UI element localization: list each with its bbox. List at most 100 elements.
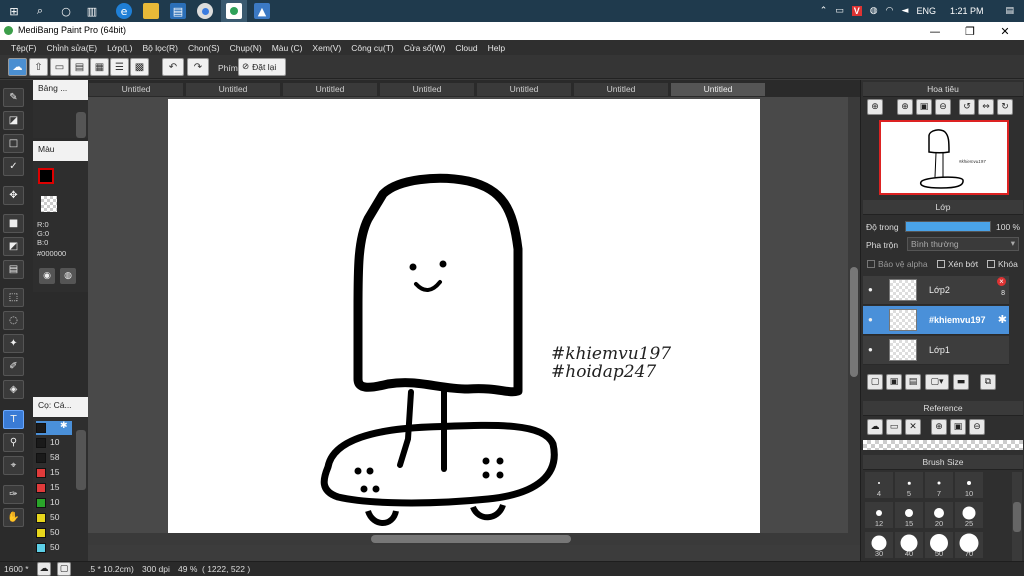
- cloud-icon[interactable]: ☁: [8, 58, 27, 76]
- layer-panel-header[interactable]: Lớp: [863, 200, 1023, 215]
- primary-color-swatch[interactable]: [38, 168, 54, 184]
- brush-panel-scrollbar[interactable]: [76, 112, 86, 138]
- clock[interactable]: 1:21 PM: [950, 6, 984, 16]
- duplicate-layer-icon[interactable]: ⧉: [980, 374, 996, 390]
- dropper-tool-icon[interactable]: ⌖: [3, 456, 24, 475]
- comment-icon[interactable]: ▭: [50, 58, 69, 76]
- size-swatch-row[interactable]: 15: [36, 481, 72, 495]
- layer-row[interactable]: ● #khiemvu197 ✱: [863, 306, 1009, 335]
- move-tool-icon[interactable]: ✥: [3, 186, 24, 205]
- task-view-icon[interactable]: ▥: [84, 3, 100, 19]
- layer-settings-icon[interactable]: ✱: [998, 313, 1007, 326]
- protect-alpha-checkbox[interactable]: Bảo vệ alpha: [867, 259, 928, 269]
- fit-window-icon[interactable]: ▣: [916, 99, 932, 115]
- size-swatch-row[interactable]: 10: [36, 436, 72, 450]
- clipping-checkbox[interactable]: Xén bớt: [937, 259, 978, 269]
- menu-cloud[interactable]: Cloud: [450, 43, 482, 53]
- menu-file[interactable]: Tệp(F): [6, 43, 42, 53]
- battery-icon[interactable]: ▭: [835, 6, 844, 16]
- file-explorer-icon[interactable]: [143, 3, 159, 19]
- blend-mode-select[interactable]: Bình thường ▾: [907, 237, 1019, 251]
- size-swatch-row[interactable]: 15: [36, 466, 72, 480]
- select-pen-tool-icon[interactable]: ✐: [3, 357, 24, 376]
- status-cloud-icon[interactable]: ☁: [37, 562, 51, 576]
- brush-size-cell[interactable]: 12: [865, 502, 893, 528]
- document-tab[interactable]: Untitled: [282, 82, 378, 97]
- store-icon[interactable]: ▤: [170, 3, 186, 19]
- rotate-right-icon[interactable]: ↻: [997, 99, 1013, 115]
- gear-icon[interactable]: ✱: [60, 421, 68, 431]
- reference-zoom-out-icon[interactable]: ⊖: [969, 419, 985, 435]
- language-indicator[interactable]: ENG: [916, 6, 936, 16]
- size-swatch-row[interactable]: 50: [36, 526, 72, 540]
- dot-tool-icon[interactable]: ✓: [3, 157, 24, 176]
- document-tab[interactable]: Untitled: [573, 82, 669, 97]
- color-wheel-icon[interactable]: ◍: [60, 268, 76, 284]
- new-halftone-layer-icon[interactable]: ▣: [886, 374, 902, 390]
- size-panel-header[interactable]: Cọ: Cá...: [33, 397, 88, 417]
- status-page-icon[interactable]: ▢: [57, 562, 71, 576]
- color-panel-header[interactable]: Màu: [33, 141, 88, 161]
- message-icon[interactable]: ▤: [70, 58, 89, 76]
- transparent-color-swatch[interactable]: [41, 196, 57, 212]
- brush-panel-header[interactable]: Bảng ...: [33, 80, 88, 100]
- layer-row[interactable]: ● Lớp2 8 ×: [863, 276, 1009, 305]
- bucket-tool-icon[interactable]: ◩: [3, 237, 24, 256]
- brush-size-cell[interactable]: 5: [895, 472, 923, 498]
- brush-size-scrollbar-thumb[interactable]: [1013, 502, 1021, 532]
- eraser-tool-icon[interactable]: ◪: [3, 111, 24, 130]
- menu-tools[interactable]: Công cụ(T): [346, 43, 399, 53]
- reference-canvas[interactable]: [863, 440, 1023, 450]
- menu-window[interactable]: Cửa sổ(W): [399, 43, 451, 53]
- add-layer-menu-icon[interactable]: ▢▾: [925, 374, 949, 390]
- reference-zoom-in-icon[interactable]: ⊕: [931, 419, 947, 435]
- chrome-icon[interactable]: [197, 3, 213, 19]
- rotate-left-icon[interactable]: ↺: [959, 99, 975, 115]
- edge-icon[interactable]: e: [116, 3, 132, 19]
- brush-size-cell[interactable]: 20: [925, 502, 953, 528]
- document-tab[interactable]: Untitled: [379, 82, 475, 97]
- menu-filter[interactable]: Bộ lọc(R): [138, 43, 183, 53]
- reset-button[interactable]: ⊘ Đặt lại: [238, 58, 286, 76]
- open-folder-icon[interactable]: ▭: [886, 419, 902, 435]
- undo-icon[interactable]: ↶: [162, 58, 184, 76]
- cloud-download-icon[interactable]: ☁: [867, 419, 883, 435]
- size-swatch-row[interactable]: ✱: [36, 421, 72, 435]
- brush-size-header[interactable]: Brush Size: [863, 455, 1023, 470]
- magic-wand-tool-icon[interactable]: ✦: [3, 334, 24, 353]
- select-eraser-tool-icon[interactable]: ◈: [3, 380, 24, 399]
- windows-icon[interactable]: ⊞: [6, 3, 22, 19]
- document-tab[interactable]: Untitled: [88, 82, 184, 97]
- search-icon[interactable]: ⌕: [32, 3, 48, 19]
- brush-size-cell[interactable]: 70: [955, 532, 983, 558]
- folder-icon[interactable]: ▬: [953, 374, 969, 390]
- opacity-slider[interactable]: [905, 221, 991, 232]
- eye-icon[interactable]: ●: [868, 345, 873, 354]
- photos-icon[interactable]: ▲: [254, 3, 270, 19]
- zoom-in-icon[interactable]: ⊕: [867, 99, 883, 115]
- zoom-out-icon[interactable]: ⊖: [935, 99, 951, 115]
- brush-size-cell[interactable]: 30: [865, 532, 893, 558]
- document-tab[interactable]: Untitled: [476, 82, 572, 97]
- text-tool-icon[interactable]: T: [3, 410, 24, 429]
- size-swatch-row[interactable]: 50: [36, 511, 72, 525]
- document-tab[interactable]: Untitled: [670, 82, 766, 97]
- color-hex[interactable]: #000000: [37, 249, 66, 258]
- eye-icon[interactable]: ●: [868, 285, 873, 294]
- hand-tool-icon[interactable]: ✋: [3, 508, 24, 527]
- zoom-fit-icon[interactable]: ⊕: [897, 99, 913, 115]
- flip-icon[interactable]: ⇔: [978, 99, 994, 115]
- brush-size-cell[interactable]: 10: [955, 472, 983, 498]
- eye-icon[interactable]: ●: [868, 315, 873, 324]
- grid-icon[interactable]: ▩: [130, 58, 149, 76]
- lock-checkbox[interactable]: Khóa: [987, 259, 1018, 269]
- volume-icon[interactable]: ◄: [902, 6, 909, 16]
- brush-size-cell[interactable]: 4: [865, 472, 893, 498]
- menu-help[interactable]: Help: [483, 43, 510, 53]
- operation-tool-icon[interactable]: ⚲: [3, 433, 24, 452]
- select-rect-tool-icon[interactable]: ⬚: [3, 288, 24, 307]
- cortana-icon[interactable]: ○: [58, 3, 74, 19]
- menu-color[interactable]: Màu (C): [267, 43, 308, 53]
- wifi-icon[interactable]: ◠: [886, 6, 894, 16]
- navigator-header[interactable]: Hoa tiêu: [863, 82, 1023, 97]
